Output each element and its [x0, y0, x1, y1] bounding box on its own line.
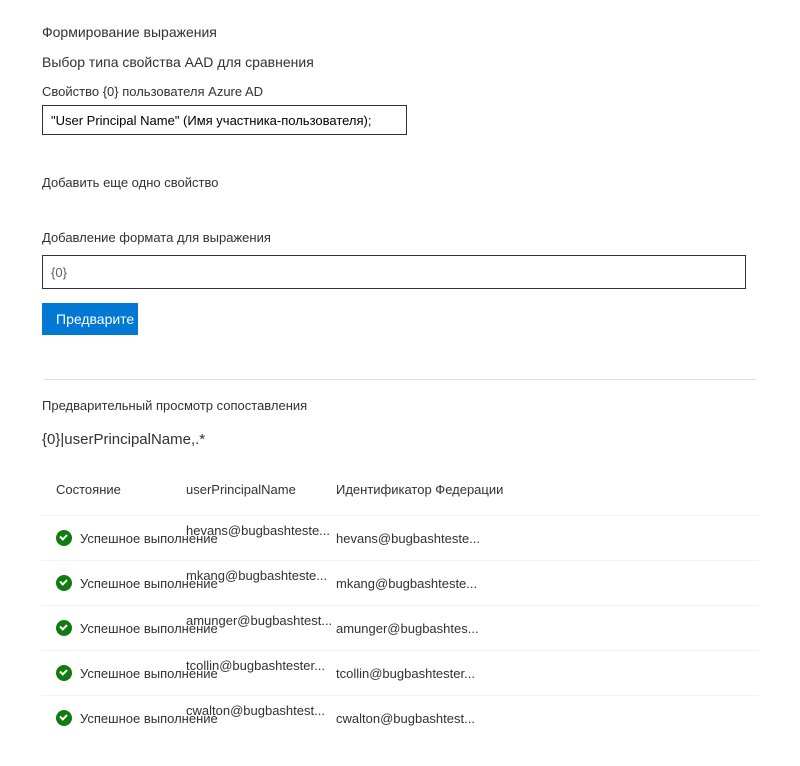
status-cell: Успешное выполнение [42, 575, 186, 591]
success-icon [56, 530, 72, 546]
col-header-federation: Идентификатор Федерации [336, 482, 636, 497]
success-icon [56, 710, 72, 726]
col-header-upn: userPrincipalName [186, 482, 336, 497]
federation-cell: cwalton@bugbashtest... [336, 711, 636, 726]
col-header-status: Состояние [42, 482, 186, 497]
federation-cell: amunger@bugbashtes... [336, 621, 636, 636]
upn-cell: cwalton@bugbashtest... [186, 703, 336, 718]
preview-header: Предварительный просмотр сопоставления [42, 398, 758, 413]
status-cell: Успешное выполнение [42, 665, 186, 681]
federation-cell: mkang@bugbashteste... [336, 576, 636, 591]
table-row: Успешное выполнение mkang@bugbashteste..… [42, 560, 758, 605]
upn-cell: amunger@bugbashtest... [186, 613, 336, 628]
preview-button[interactable]: Предварите [42, 303, 138, 335]
property-label: Свойство {0} пользователя Azure AD [42, 84, 758, 99]
page-subtitle: Выбор типа свойства AAD для сравнения [42, 54, 758, 70]
success-icon [56, 665, 72, 681]
upn-cell: mkang@bugbashteste... [186, 568, 336, 583]
divider [44, 379, 756, 380]
table-row: Успешное выполнение hevans@bugbashteste.… [42, 515, 758, 560]
success-icon [56, 575, 72, 591]
table-header-row: Состояние userPrincipalName Идентификато… [42, 482, 758, 515]
status-cell: Успешное выполнение [42, 530, 186, 546]
upn-cell: tcollin@bugbashtester... [186, 658, 336, 673]
table-row: Успешное выполнение tcollin@bugbashteste… [42, 650, 758, 695]
preview-table: Состояние userPrincipalName Идентификато… [42, 482, 758, 740]
upn-cell: hevans@bugbashteste... [186, 523, 336, 538]
status-cell: Успешное выполнение [42, 620, 186, 636]
add-property-link[interactable]: Добавить еще одно свойство [42, 175, 758, 190]
mapping-pattern: {0}|userPrincipalName,.* [42, 431, 758, 448]
property-input[interactable] [42, 105, 407, 135]
table-row: Успешное выполнение cwalton@bugbashtest.… [42, 695, 758, 740]
table-row: Успешное выполнение amunger@bugbashtest.… [42, 605, 758, 650]
format-input[interactable] [42, 255, 746, 289]
federation-cell: hevans@bugbashteste... [336, 531, 636, 546]
federation-cell: tcollin@bugbashtester... [336, 666, 636, 681]
success-icon [56, 620, 72, 636]
status-cell: Успешное выполнение [42, 710, 186, 726]
format-label: Добавление формата для выражения [42, 230, 758, 245]
page-title: Формирование выражения [42, 24, 758, 40]
